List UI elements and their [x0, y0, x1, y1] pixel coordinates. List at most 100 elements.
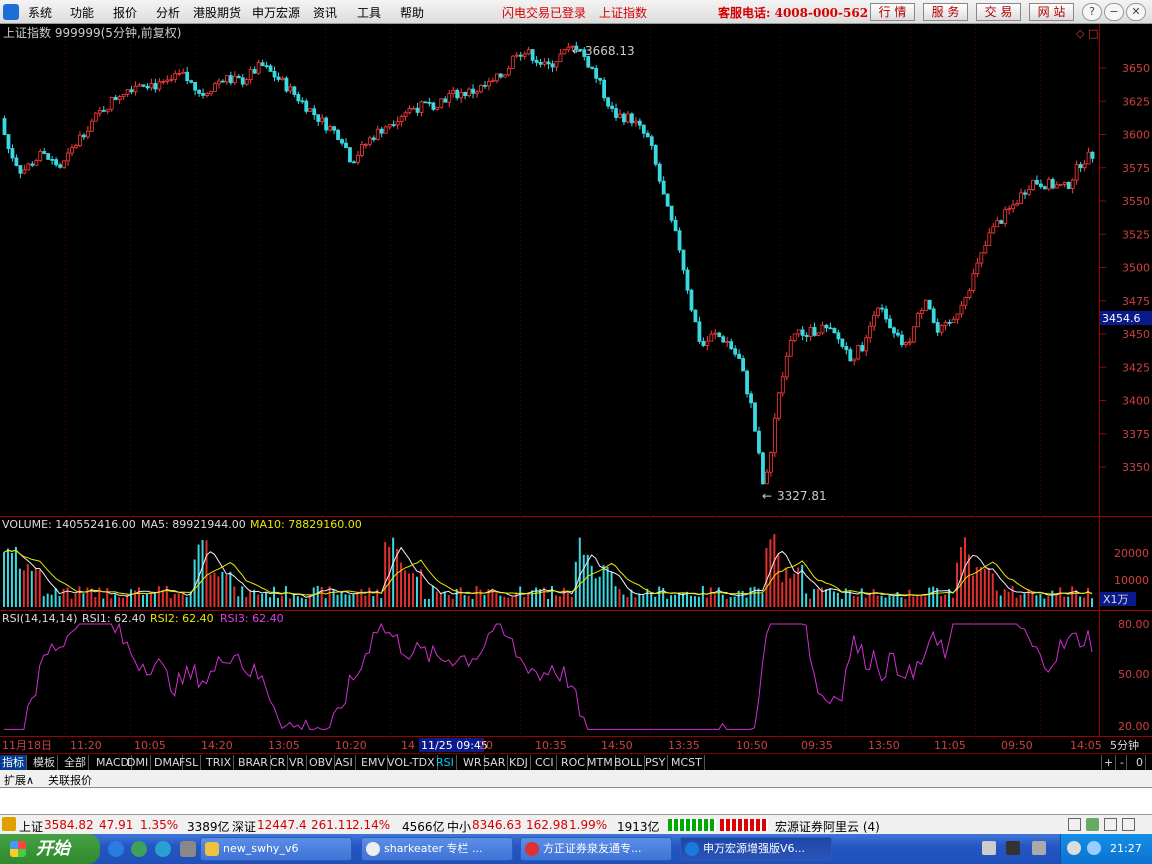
refresh-icon[interactable]	[131, 841, 147, 857]
candle-body	[213, 83, 217, 92]
menu-tools[interactable]: 工具	[357, 4, 381, 21]
tab-roc[interactable]: ROC	[559, 755, 588, 771]
volume-bar	[459, 587, 462, 607]
volume-bar	[443, 591, 446, 607]
candle-body	[554, 61, 559, 68]
browser-icon[interactable]	[155, 841, 171, 857]
volume-bar	[22, 570, 25, 607]
tab-cci[interactable]: CCI	[533, 755, 557, 771]
tab-sar[interactable]: SAR	[481, 755, 509, 771]
candle-body	[1003, 209, 1008, 224]
start-button[interactable]: 开始	[0, 834, 100, 864]
expand-toggle[interactable]: 扩展∧	[4, 772, 34, 788]
tab-brar[interactable]: BRAR	[236, 755, 271, 771]
security-shield-icon[interactable]	[1067, 841, 1081, 855]
zoom-out-icon[interactable]: -	[1118, 755, 1127, 771]
candle-body	[280, 77, 285, 80]
menu-analysis[interactable]: 分析	[156, 4, 180, 21]
tab-psy[interactable]: PSY	[643, 755, 669, 771]
zoom-in-icon[interactable]: +	[1101, 755, 1117, 771]
tab-kdj[interactable]: KDJ	[507, 755, 531, 771]
volume-bar	[813, 589, 816, 607]
flash-trade-status[interactable]: 闪电交易已登录	[502, 4, 586, 21]
volume-bar	[122, 597, 125, 607]
candle-body	[685, 269, 690, 291]
service-button[interactable]: 服 务	[923, 3, 968, 21]
candle-body	[252, 69, 257, 74]
close-icon[interactable]: ✕	[1126, 3, 1146, 21]
tab-rsi[interactable]: RSI	[434, 755, 457, 771]
tab-asi[interactable]: ASI	[333, 755, 356, 771]
taskbar-window-folder[interactable]: new_swhy_v6	[200, 837, 352, 861]
keyboard-icon[interactable]	[982, 841, 996, 855]
tray-app-icon[interactable]	[1006, 841, 1020, 855]
menu-help[interactable]: 帮助	[400, 4, 424, 21]
volume-bar	[261, 593, 264, 607]
kline-chart-svg[interactable]: 上证指数 999999(5分钟,前复权) ◇ □ 3650 3625 3600 357…	[0, 24, 1152, 762]
settings-icon[interactable]	[1104, 818, 1117, 831]
candle-body	[74, 145, 78, 149]
candle-body	[816, 332, 821, 336]
message-icon[interactable]	[1122, 818, 1135, 831]
candle-body	[467, 88, 471, 97]
tab-indicator[interactable]: 指标	[0, 755, 27, 771]
candle-body	[657, 163, 662, 182]
candle-body	[713, 332, 718, 335]
menu-system[interactable]: 系统	[28, 4, 52, 21]
tab-emv[interactable]: EMV	[359, 755, 388, 771]
menu-swhy[interactable]: 申万宏源	[252, 4, 300, 21]
layout-icon[interactable]	[1068, 818, 1081, 831]
volume-bar	[975, 567, 978, 607]
candle-body	[1042, 186, 1047, 190]
quote-button[interactable]: 行 情	[870, 3, 915, 21]
current-index-link[interactable]: 上证指数	[599, 4, 647, 21]
menu-quote[interactable]: 报价	[113, 4, 137, 21]
tab-vr[interactable]: VR	[287, 755, 308, 771]
tab-template[interactable]: 模板	[31, 755, 58, 771]
volume-bar	[451, 598, 454, 607]
menu-news[interactable]: 资讯	[313, 4, 337, 21]
show-desktop-icon[interactable]	[180, 841, 196, 857]
minimize-icon[interactable]: −	[1104, 3, 1124, 21]
candle-body	[344, 142, 348, 149]
candle-body	[669, 205, 674, 221]
server-status[interactable]: 宏源证券阿里云 (4)	[775, 818, 880, 835]
tab-trix[interactable]: TRIX	[204, 755, 235, 771]
tray-tool-icon[interactable]	[1032, 841, 1046, 855]
candle-body	[1090, 151, 1095, 159]
website-button[interactable]: 网 站	[1029, 3, 1074, 21]
volume-bar	[304, 599, 307, 607]
period-label[interactable]: 5分钟	[1110, 738, 1139, 752]
tab-boll[interactable]: BOLL	[612, 755, 646, 771]
tab-obv[interactable]: OBV	[307, 755, 336, 771]
candle-body	[50, 159, 55, 161]
candle-body	[761, 452, 765, 485]
sh-change: 47.91	[99, 818, 134, 832]
menu-hk-futures[interactable]: 港股期货	[193, 4, 241, 21]
menu-function[interactable]: 功能	[70, 4, 94, 21]
help-icon[interactable]: ?	[1082, 3, 1102, 21]
tab-mcst[interactable]: MCST	[669, 755, 705, 771]
tab-vol-tdx[interactable]: VOL-TDX	[385, 755, 438, 771]
trade-button[interactable]: 交 易	[976, 3, 1021, 21]
related-quote-tab[interactable]: 关联报价	[48, 772, 92, 788]
tab-all[interactable]: 全部	[62, 755, 89, 771]
ie-icon[interactable]	[108, 841, 124, 857]
tab-fsl[interactable]: FSL	[177, 755, 202, 771]
taskbar-window-swhy[interactable]: 申万宏源增强版V6...	[680, 837, 832, 861]
tab-dmi[interactable]: DMI	[125, 755, 152, 771]
reset-zoom-icon[interactable]: 0	[1134, 755, 1146, 771]
volume-tray-icon[interactable]	[1087, 841, 1101, 855]
chart-area[interactable]: 上证指数 999999(5分钟,前复权) ◇ □ 3650 3625 3600 357…	[0, 24, 1152, 762]
volume-bar	[1079, 596, 1082, 607]
taskbar-window-browser[interactable]: sharkeater 专栏 ...	[361, 837, 513, 861]
chart-maximize-icon[interactable]: □	[1088, 27, 1098, 40]
tab-cr[interactable]: CR	[268, 755, 289, 771]
chart-options-icon[interactable]: ◇	[1076, 27, 1085, 40]
volume-bar	[273, 586, 276, 607]
volume-bar	[26, 564, 29, 607]
candle-body	[145, 85, 150, 89]
candle-body	[514, 54, 519, 57]
taskbar-window-fangzheng[interactable]: 方正证券泉友通专...	[520, 837, 672, 861]
volume-bar	[431, 585, 434, 607]
